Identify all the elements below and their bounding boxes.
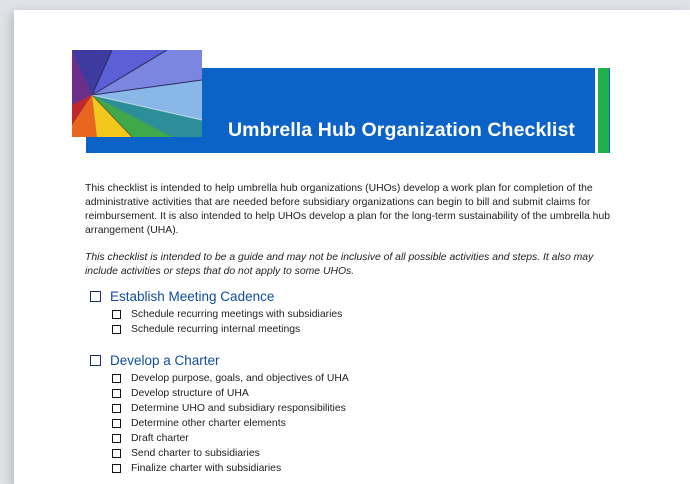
- section-heading-develop-charter: Develop a Charter: [90, 353, 220, 368]
- checklist-item-label: Finalize charter with subsidiaries: [131, 462, 282, 474]
- checklist-item: Determine other charter elements: [112, 416, 286, 430]
- checklist-item: Send charter to subsidiaries: [112, 446, 260, 460]
- checkbox-icon[interactable]: [112, 403, 121, 413]
- checklist-item-label: Develop purpose, goals, and objectives o…: [131, 372, 349, 384]
- umbrella-photo: [72, 50, 202, 137]
- checkbox-icon[interactable]: [112, 388, 121, 398]
- checklist-item: Schedule recurring internal meetings: [112, 322, 300, 336]
- disclaimer-note: This checklist is intended to be a guide…: [85, 252, 594, 277]
- checklist-item: Finalize charter with subsidiaries: [112, 461, 281, 475]
- checkbox-icon[interactable]: [112, 324, 121, 334]
- checkbox-icon[interactable]: [90, 291, 101, 302]
- checklist-item-label: Schedule recurring meetings with subsidi…: [131, 308, 343, 320]
- checkbox-icon[interactable]: [90, 355, 101, 366]
- section-title: Establish Meeting Cadence: [110, 289, 275, 304]
- checklist-item-label: Schedule recurring internal meetings: [131, 323, 301, 335]
- checklist-document-page: Umbrella Hub Organization Checklist This…: [14, 10, 690, 484]
- checkbox-icon[interactable]: [112, 433, 121, 443]
- checklist-item: Schedule recurring meetings with subsidi…: [112, 307, 342, 321]
- section-title: Develop a Charter: [110, 353, 220, 368]
- checklist-item: Draft charter: [112, 431, 189, 445]
- checkbox-icon[interactable]: [112, 373, 121, 383]
- checkbox-icon[interactable]: [112, 448, 121, 458]
- checklist-item-label: Send charter to subsidiaries: [131, 447, 260, 459]
- checklist-item: Develop purpose, goals, and objectives o…: [112, 371, 349, 385]
- section-heading-meeting-cadence: Establish Meeting Cadence: [90, 289, 274, 304]
- checklist-item-label: Determine other charter elements: [131, 417, 286, 429]
- checklist-item-label: Develop structure of UHA: [131, 387, 249, 399]
- checklist-item-label: Draft charter: [131, 432, 189, 444]
- checkbox-icon[interactable]: [112, 418, 121, 428]
- intro-paragraph: This checklist is intended to help umbre…: [85, 183, 611, 236]
- checklist-item: Develop structure of UHA: [112, 386, 249, 400]
- checklist-item-label: Determine UHO and subsidiary responsibil…: [131, 402, 346, 414]
- checklist-item: Determine UHO and subsidiary responsibil…: [112, 401, 346, 415]
- checkbox-icon[interactable]: [112, 309, 121, 319]
- checkbox-icon[interactable]: [112, 463, 121, 473]
- green-accent-bar: [598, 68, 609, 153]
- document-title: Umbrella Hub Organization Checklist: [228, 119, 575, 141]
